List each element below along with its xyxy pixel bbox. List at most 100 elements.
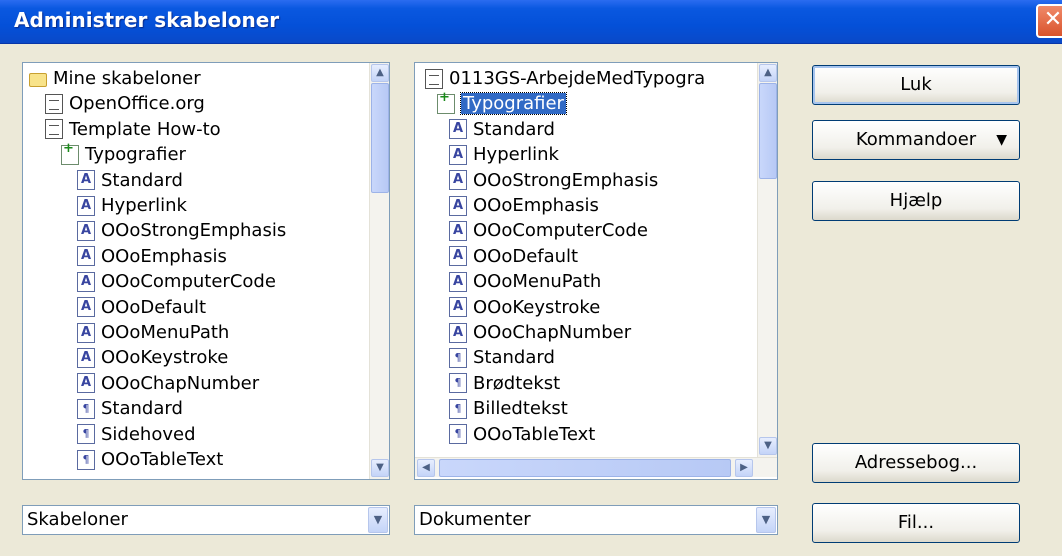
tree-item[interactable]: A OOoDefault <box>449 244 578 269</box>
documents-filter-select[interactable]: Dokumenter ▼ <box>414 505 778 535</box>
character-style-icon: A <box>77 170 95 191</box>
tree-item[interactable]: ¶ OOoTableText <box>449 422 595 447</box>
tree-item-label: Hyperlink <box>101 195 187 216</box>
tree-item[interactable]: Typografier <box>61 141 186 167</box>
tree-item-label: Standard <box>101 398 183 420</box>
tree-item-label: Mine skabeloner <box>53 68 201 89</box>
document-icon <box>425 68 443 89</box>
character-style-icon: A <box>77 322 95 343</box>
dropdown-arrow-icon: ▼ <box>996 132 1007 148</box>
character-style-icon: A <box>77 220 95 241</box>
paragraph-style-icon: ¶ <box>449 373 467 394</box>
styles-icon <box>61 141 79 165</box>
addressbook-button[interactable]: Adressebog... <box>812 443 1020 483</box>
help-button[interactable]: Hjælp <box>812 181 1020 221</box>
tree-item-label: Sidehoved <box>101 423 196 445</box>
scroll-thumb[interactable] <box>371 83 389 193</box>
templates-tree[interactable]: Mine skabeloner OpenOffice.org Template Ho… <box>22 62 390 480</box>
tree-item[interactable]: ¶ Standard <box>77 396 183 421</box>
tree-item-label: OOoChapNumber <box>473 322 632 343</box>
scroll-right-arrow-icon[interactable]: ▶ <box>735 459 753 477</box>
tree-item-label: OOoEmphasis <box>473 195 599 216</box>
tree-item-label: Brødtekst <box>473 372 561 394</box>
commands-button-label: Kommandoer <box>855 129 977 150</box>
tree-item-label: OOoDefault <box>473 245 579 267</box>
chevron-down-icon[interactable]: ▼ <box>756 507 776 533</box>
documents-vertical-scrollbar[interactable]: ▲ ▼ <box>757 63 777 457</box>
documents-horizontal-scrollbar[interactable]: ◀ ▶ <box>415 457 777 477</box>
documents-tree[interactable]: 0113GS-ArbejdeMedTypogra Typografier A Stan… <box>414 62 778 480</box>
tree-item[interactable]: ¶ Sidehoved <box>77 422 196 447</box>
tree-item-label: OOoComputerCode <box>101 271 276 293</box>
document-icon <box>45 93 63 114</box>
character-style-icon: A <box>77 347 95 368</box>
tree-item[interactable]: A OOoEmphasis <box>449 193 599 218</box>
tree-item[interactable]: OpenOffice.org <box>45 91 205 116</box>
tree-item[interactable]: A OOoChapNumber <box>77 371 259 396</box>
addressbook-button-label: Adressebog... <box>854 452 978 473</box>
paragraph-style-icon: ¶ <box>77 398 95 419</box>
tree-item[interactable]: ¶ OOoTableText <box>77 447 223 472</box>
character-style-icon: A <box>449 170 467 191</box>
tree-item-label: OOoChapNumber <box>101 372 260 394</box>
tree-item[interactable]: A OOoMenuPath <box>449 269 601 294</box>
tree-item[interactable]: 0113GS-ArbejdeMedTypogra <box>425 66 705 91</box>
scroll-up-arrow-icon[interactable]: ▲ <box>371 64 389 82</box>
close-icon[interactable]: ✕ <box>1036 4 1062 38</box>
tree-item-label: OOoDefault <box>101 296 207 318</box>
tree-item[interactable]: A OOoComputerCode <box>77 269 276 294</box>
commands-button[interactable]: Kommandoer ▼ <box>812 120 1020 160</box>
file-button[interactable]: Fil... <box>812 503 1020 543</box>
tree-item[interactable]: A Standard <box>77 168 183 193</box>
tree-item[interactable]: A OOoChapNumber <box>449 320 631 345</box>
templates-vertical-scrollbar[interactable]: ▲ ▼ <box>369 63 389 479</box>
tree-item[interactable]: ¶ Billedtekst <box>449 396 568 421</box>
scroll-up-arrow-icon[interactable]: ▲ <box>759 64 777 82</box>
scroll-down-arrow-icon[interactable]: ▼ <box>759 437 777 455</box>
tree-item-label: Standard <box>473 118 555 140</box>
close-button[interactable]: Luk <box>812 65 1020 105</box>
tree-item[interactable]: Template How-to <box>45 117 221 142</box>
tree-item[interactable]: ¶ Brødtekst <box>449 371 560 396</box>
tree-item[interactable]: A OOoKeystroke <box>77 345 228 370</box>
character-style-icon: A <box>449 246 467 267</box>
documents-filter-value: Dokumenter <box>419 509 531 530</box>
tree-item[interactable]: ¶ Standard <box>449 345 555 370</box>
templates-filter-select[interactable]: Skabeloner ▼ <box>22 505 390 535</box>
scroll-thumb[interactable] <box>759 83 777 179</box>
tree-item-label: Template How-to <box>69 118 221 140</box>
tree-item[interactable]: A OOoComputerCode <box>449 218 648 243</box>
tree-item[interactable]: Mine skabeloner <box>29 66 201 91</box>
close-button-label: Luk <box>900 74 932 95</box>
scroll-left-arrow-icon[interactable]: ◀ <box>417 459 435 477</box>
tree-item[interactable]: A OOoDefault <box>77 295 206 320</box>
tree-item[interactable]: A Standard <box>449 117 555 142</box>
character-style-icon: A <box>449 297 467 318</box>
character-style-icon: A <box>449 195 467 216</box>
tree-item[interactable]: A OOoStrongEmphasis <box>449 168 658 193</box>
tree-item[interactable]: A OOoKeystroke <box>449 295 600 320</box>
tree-item[interactable]: A OOoStrongEmphasis <box>77 218 286 243</box>
tree-item[interactable]: A OOoMenuPath <box>77 320 229 345</box>
character-style-icon: A <box>77 271 95 292</box>
tree-item[interactable]: A OOoEmphasis <box>77 244 227 269</box>
tree-item[interactable]: A Hyperlink <box>449 142 559 167</box>
tree-item[interactable]: A Hyperlink <box>77 193 187 218</box>
character-style-icon: A <box>449 322 467 343</box>
paragraph-style-icon: ¶ <box>449 347 467 368</box>
scroll-down-arrow-icon[interactable]: ▼ <box>371 459 389 477</box>
character-style-icon: A <box>77 246 95 267</box>
window-title: Administrer skabeloner <box>14 8 280 32</box>
tree-item-label: OOoStrongEmphasis <box>473 169 659 191</box>
tree-item-label: OOoTableText <box>101 449 224 470</box>
horizontal-scroll-thumb[interactable] <box>439 459 731 477</box>
file-button-label: Fil... <box>897 512 935 533</box>
help-button-label: Hjælp <box>889 190 943 211</box>
character-style-icon: A <box>77 297 95 318</box>
character-style-icon: A <box>77 373 95 394</box>
chevron-down-icon[interactable]: ▼ <box>368 507 388 533</box>
character-style-icon: A <box>77 195 95 216</box>
tree-item[interactable]: Typografier <box>437 90 567 116</box>
tree-item-label: OOoKeystroke <box>473 296 601 318</box>
tree-item-label: OOoStrongEmphasis <box>101 220 287 242</box>
